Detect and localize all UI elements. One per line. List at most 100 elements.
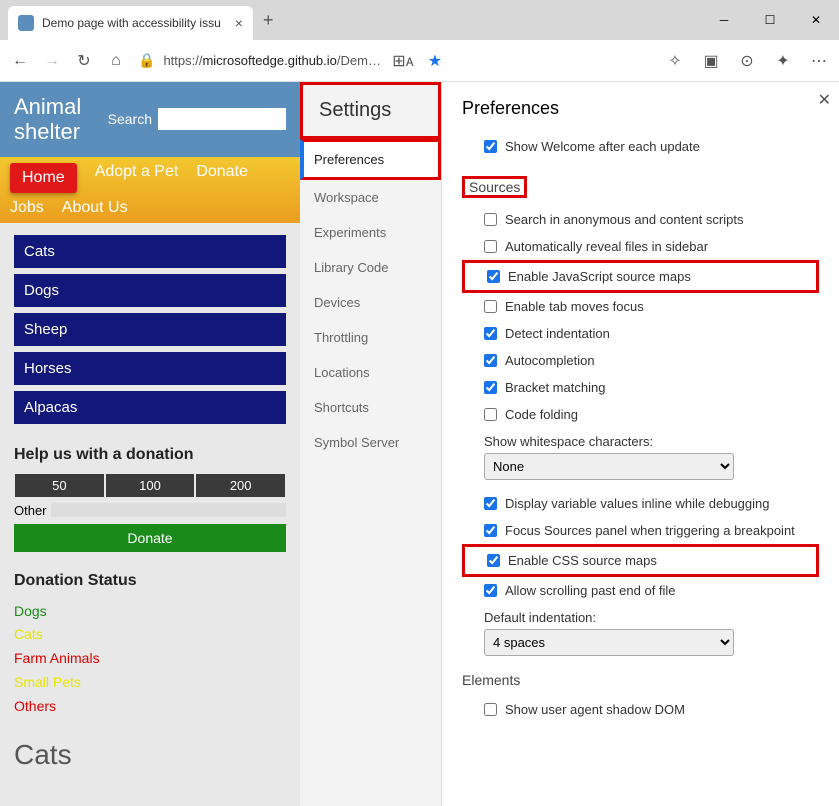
window-title-bar: Demo page with accessibility issu × + ─ … — [0, 0, 839, 40]
maximize-button[interactable]: ☐ — [747, 4, 793, 36]
other-amount-input[interactable] — [51, 503, 286, 517]
translate-icon[interactable]: ⊞ᴀ — [393, 51, 413, 71]
address-text: https://microsoftedge.github.io/Dem… — [163, 53, 381, 68]
browser-toolbar: ← → ↻ ⌂ 🔒 https://microsoftedge.github.i… — [0, 40, 839, 82]
address-host: microsoftedge.github.io — [202, 53, 336, 68]
page-column[interactable]: Animal shelter Search Home Adopt a Pet Don… — [0, 82, 300, 806]
performance-icon[interactable]: ⊙ — [737, 51, 757, 71]
sources-opt-label-1: Automatically reveal files in sidebar — [505, 239, 708, 254]
tab-favicon — [18, 15, 34, 31]
overflow-menu-icon[interactable]: ⋯ — [809, 51, 829, 71]
settings-item-preferences[interactable]: Preferences — [300, 139, 441, 180]
nav-item-jobs[interactable]: Jobs — [10, 199, 44, 217]
nav-item-home[interactable]: Home — [10, 163, 77, 193]
settings-item-experiments[interactable]: Experiments — [300, 215, 441, 250]
animal-item-dogs[interactable]: Dogs — [14, 274, 286, 307]
home-button[interactable]: ⌂ — [106, 51, 126, 71]
label-show-welcome: Show Welcome after each update — [505, 139, 700, 154]
donation-status-section: Donation Status DogsCatsFarm AnimalsSmal… — [0, 562, 300, 729]
whitespace-label: Show whitespace characters: — [462, 428, 819, 453]
settings-item-throttling[interactable]: Throttling — [300, 320, 441, 355]
donation-heading: Help us with a donation — [14, 446, 286, 464]
back-button[interactable]: ← — [10, 51, 30, 71]
animal-item-sheep[interactable]: Sheep — [14, 313, 286, 346]
sources-opt-row-7: Code folding — [462, 401, 819, 428]
reload-button[interactable]: ↻ — [74, 51, 94, 71]
lock-icon: 🔒 — [138, 52, 155, 69]
search-input[interactable] — [158, 108, 286, 130]
sources2-opt-row-3: Allow scrolling past end of file — [462, 577, 819, 604]
status-heading: Donation Status — [14, 572, 286, 590]
donation-amount-200[interactable]: 200 — [196, 474, 285, 497]
settings-sidebar: Settings PreferencesWorkspaceExperiments… — [300, 82, 442, 806]
sources2-opt-checkbox-3[interactable] — [484, 584, 497, 597]
preferences-heading: Preferences — [462, 98, 819, 119]
donation-other-row: Other — [14, 503, 286, 518]
donation-section: Help us with a donation 50100200 Other D… — [0, 436, 300, 562]
animal-item-cats[interactable]: Cats — [14, 235, 286, 268]
close-tab-icon[interactable]: × — [235, 15, 243, 31]
opt-show-welcome: Show Welcome after each update — [462, 133, 819, 160]
tab-title: Demo page with accessibility issu — [42, 16, 221, 30]
animal-item-horses[interactable]: Horses — [14, 352, 286, 385]
minimize-button[interactable]: ─ — [701, 4, 747, 36]
donation-amount-100[interactable]: 100 — [106, 474, 195, 497]
sources-opt-checkbox-0[interactable] — [484, 213, 497, 226]
sources-opt-checkbox-2[interactable] — [487, 270, 500, 283]
preferences-panel[interactable]: Preferences Show Welcome after each upda… — [442, 82, 839, 806]
sources-opt-checkbox-6[interactable] — [484, 381, 497, 394]
donate-button[interactable]: Donate — [14, 524, 286, 552]
sources2-opt-checkbox-1[interactable] — [484, 524, 497, 537]
sources-opt-checkbox-7[interactable] — [484, 408, 497, 421]
address-bar[interactable]: 🔒 https://microsoftedge.github.io/Dem… — [138, 52, 381, 69]
sources-opt-label-6: Bracket matching — [505, 380, 605, 395]
window-controls: ─ ☐ ✕ — [701, 4, 839, 36]
indent-select[interactable]: 4 spaces — [484, 629, 734, 656]
sources-opt-checkbox-3[interactable] — [484, 300, 497, 313]
donation-amount-50[interactable]: 50 — [15, 474, 104, 497]
sources2-opt-label-0: Display variable values inline while deb… — [505, 496, 770, 511]
settings-item-shortcuts[interactable]: Shortcuts — [300, 390, 441, 425]
sources-opt-label-5: Autocompletion — [505, 353, 595, 368]
checkbox-show-welcome[interactable] — [484, 140, 497, 153]
sources-opt-checkbox-4[interactable] — [484, 327, 497, 340]
sources2-opt-label-1: Focus Sources panel when triggering a br… — [505, 523, 795, 538]
status-dogs: Dogs — [14, 600, 286, 624]
settings-item-locations[interactable]: Locations — [300, 355, 441, 390]
sources-opt-row-6: Bracket matching — [462, 374, 819, 401]
settings-item-workspace[interactable]: Workspace — [300, 180, 441, 215]
extensions-icon[interactable]: ✧ — [665, 51, 685, 71]
animal-list: Cats Dogs Sheep Horses Alpacas — [0, 223, 300, 436]
new-tab-button[interactable]: + — [263, 10, 274, 31]
appearance-icon[interactable]: ✦ — [773, 51, 793, 71]
animal-item-alpacas[interactable]: Alpacas — [14, 391, 286, 424]
sources-opt-checkbox-5[interactable] — [484, 354, 497, 367]
favorite-star-icon[interactable]: ★ — [425, 51, 445, 71]
sources-opt-checkbox-1[interactable] — [484, 240, 497, 253]
elements-heading: Elements — [462, 672, 819, 688]
sources2-opt-checkbox-0[interactable] — [484, 497, 497, 510]
nav-item-about-us[interactable]: About Us — [62, 199, 128, 217]
nav-item-adopt-a-pet[interactable]: Adopt a Pet — [95, 163, 179, 193]
close-window-button[interactable]: ✕ — [793, 4, 839, 36]
nav-item-donate[interactable]: Donate — [196, 163, 248, 193]
elements-opt-row-0: Show user agent shadow DOM — [462, 696, 819, 723]
elements-opt-checkbox-0[interactable] — [484, 703, 497, 716]
indent-label: Default indentation: — [462, 604, 819, 629]
address-path: /Dem… — [337, 53, 381, 68]
page-header: Animal shelter Search — [0, 82, 300, 157]
browser-tab[interactable]: Demo page with accessibility issu × — [8, 6, 253, 40]
settings-item-devices[interactable]: Devices — [300, 285, 441, 320]
sources2-opt-checkbox-2[interactable] — [487, 554, 500, 567]
collections-icon[interactable]: ▣ — [701, 51, 721, 71]
sources-opt-label-4: Detect indentation — [505, 326, 610, 341]
settings-item-symbol-server[interactable]: Symbol Server — [300, 425, 441, 460]
sources-opt-label-7: Code folding — [505, 407, 578, 422]
settings-item-library-code[interactable]: Library Code — [300, 250, 441, 285]
whitespace-select[interactable]: None — [484, 453, 734, 480]
close-settings-button[interactable]: ✕ — [818, 90, 831, 110]
donation-amounts: 50100200 — [14, 474, 286, 497]
sources-heading: Sources — [462, 176, 819, 198]
sources-opt-label-2: Enable JavaScript source maps — [508, 269, 691, 284]
sources-opt-label-0: Search in anonymous and content scripts — [505, 212, 743, 227]
